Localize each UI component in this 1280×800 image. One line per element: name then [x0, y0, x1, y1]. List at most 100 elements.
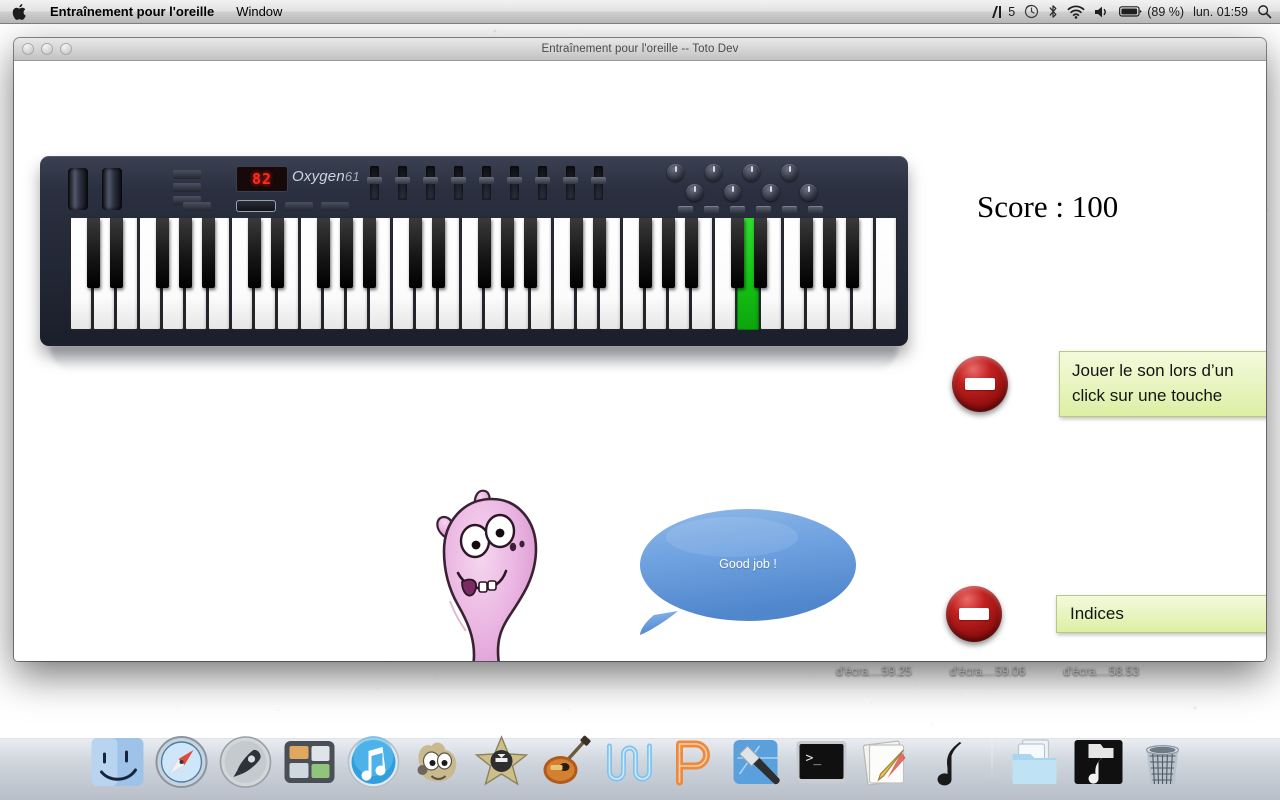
- transport-loop-button[interactable]: [808, 206, 823, 214]
- close-button[interactable]: [22, 43, 34, 55]
- piano-key-black[interactable]: [730, 218, 744, 288]
- piano-key-black[interactable]: [86, 218, 100, 288]
- trash-icon[interactable]: [1135, 734, 1191, 790]
- fader-1[interactable]: [367, 166, 382, 200]
- music-note-app-icon[interactable]: [922, 734, 978, 790]
- fader-6[interactable]: [507, 166, 522, 200]
- gimp-icon[interactable]: [410, 734, 466, 790]
- desktop-file-item[interactable]: d'écra....59.06: [950, 664, 1026, 678]
- piano-key-black[interactable]: [155, 218, 169, 288]
- transport-record-button[interactable]: [678, 206, 693, 214]
- menu-bar: Entraînement pour l'oreille Window 5 (89…: [0, 0, 1280, 24]
- launchpad-icon[interactable]: [218, 734, 274, 790]
- knob-6[interactable]: [724, 184, 741, 201]
- knob-3[interactable]: [743, 164, 760, 181]
- desktop-file-item[interactable]: d'écra....59.25: [836, 664, 912, 678]
- piano-key-black[interactable]: [109, 218, 123, 288]
- transport-play-button[interactable]: [782, 206, 797, 214]
- menu-app-title[interactable]: Entraînement pour l'oreille: [39, 0, 225, 23]
- minimize-button[interactable]: [41, 43, 53, 55]
- window-titlebar[interactable]: Entraînement pour l'oreille -- Toto Dev: [14, 38, 1266, 61]
- piano-key-black[interactable]: [523, 218, 537, 288]
- piano-key-black[interactable]: [339, 218, 353, 288]
- knob-5[interactable]: [686, 184, 703, 201]
- knob-2[interactable]: [705, 164, 722, 181]
- knob-4[interactable]: [781, 164, 798, 181]
- piano-key-black[interactable]: [316, 218, 330, 288]
- knob-1[interactable]: [667, 164, 684, 181]
- fader-2[interactable]: [395, 166, 410, 200]
- itunes-icon[interactable]: [346, 734, 402, 790]
- mission-control-icon[interactable]: [282, 734, 338, 790]
- panel-button-track-down[interactable]: [173, 183, 201, 192]
- finder-icon[interactable]: [90, 734, 146, 790]
- music-folder-icon[interactable]: [1071, 734, 1127, 790]
- knob-7[interactable]: [762, 184, 779, 201]
- piano-key-black[interactable]: [270, 218, 284, 288]
- textedit-icon[interactable]: [858, 734, 914, 790]
- desktop-file-item[interactable]: d'écra....58.53: [1063, 664, 1139, 678]
- piano-key-black[interactable]: [477, 218, 491, 288]
- apple-logo-icon[interactable]: [0, 0, 39, 23]
- piano-key-black[interactable]: [661, 218, 675, 288]
- garageband-icon[interactable]: [538, 734, 594, 790]
- wave-editor-icon[interactable]: [602, 734, 658, 790]
- fader-3[interactable]: [423, 166, 438, 200]
- panel-button-select[interactable]: [236, 200, 276, 212]
- transport-forward-button[interactable]: [730, 206, 745, 214]
- volume-icon[interactable]: [1094, 5, 1110, 19]
- menubar-clock[interactable]: lun. 01:59: [1193, 5, 1248, 19]
- red-minus-button[interactable]: [952, 356, 1008, 412]
- oxygen61-midi-keyboard[interactable]: 82 Oxygen61: [40, 156, 908, 372]
- red-minus-button[interactable]: [946, 586, 1002, 642]
- keyboard-control-panel: 82 Oxygen61: [40, 156, 908, 218]
- bluetooth-icon[interactable]: [1048, 4, 1058, 19]
- piano-key-black[interactable]: [178, 218, 192, 288]
- piano-key-black[interactable]: [592, 218, 606, 288]
- panel-button-track-up[interactable]: [173, 170, 201, 179]
- transport-stop-button[interactable]: [756, 206, 771, 214]
- panel-button-octave-up[interactable]: [285, 202, 313, 211]
- wifi-icon[interactable]: [1067, 5, 1085, 19]
- piano-key-black[interactable]: [569, 218, 583, 288]
- piano-key-black[interactable]: [638, 218, 652, 288]
- piano-key-black[interactable]: [822, 218, 836, 288]
- imovie-icon[interactable]: [474, 734, 530, 790]
- xcode-icon[interactable]: [730, 734, 786, 790]
- transport-rewind-button[interactable]: [704, 206, 719, 214]
- menu-item-window[interactable]: Window: [225, 0, 293, 23]
- terminal-icon[interactable]: >_: [794, 734, 850, 790]
- piano-key-black[interactable]: [500, 218, 514, 288]
- modulation-wheel[interactable]: [102, 168, 122, 210]
- option-label-hints[interactable]: Indices: [1056, 595, 1266, 633]
- zoom-button[interactable]: [60, 43, 72, 55]
- pitch-wheel[interactable]: [68, 168, 88, 210]
- piano-key-white[interactable]: [875, 218, 897, 330]
- piano-key-black[interactable]: [201, 218, 215, 288]
- fader-8[interactable]: [563, 166, 578, 200]
- fader-4[interactable]: [451, 166, 466, 200]
- piano-key-black[interactable]: [362, 218, 376, 288]
- fader-7[interactable]: [535, 166, 550, 200]
- piano-key-black[interactable]: [408, 218, 422, 288]
- status-antialias[interactable]: 5: [991, 5, 1015, 19]
- status-battery[interactable]: (89 %): [1119, 5, 1184, 19]
- option-label-sound-on-click[interactable]: Jouer le son lors d’un click sur une tou…: [1059, 351, 1266, 417]
- piano-key-black[interactable]: [753, 218, 767, 288]
- piano-key-black[interactable]: [845, 218, 859, 288]
- search-icon[interactable]: [1257, 4, 1272, 19]
- knob-8[interactable]: [800, 184, 817, 201]
- piano-key-black[interactable]: [431, 218, 445, 288]
- safari-icon[interactable]: [154, 734, 210, 790]
- fader-master[interactable]: [591, 166, 606, 200]
- piano-key-black[interactable]: [799, 218, 813, 288]
- panel-button-advanced[interactable]: [183, 202, 211, 211]
- documents-stack-icon[interactable]: [1007, 734, 1063, 790]
- time-machine-icon[interactable]: [1024, 4, 1039, 19]
- piano-key-black[interactable]: [684, 218, 698, 288]
- pencil-app-icon[interactable]: [666, 734, 722, 790]
- panel-button-octave-down[interactable]: [321, 202, 349, 211]
- fader-5[interactable]: [479, 166, 494, 200]
- piano-keys[interactable]: [70, 218, 897, 330]
- piano-key-black[interactable]: [247, 218, 261, 288]
